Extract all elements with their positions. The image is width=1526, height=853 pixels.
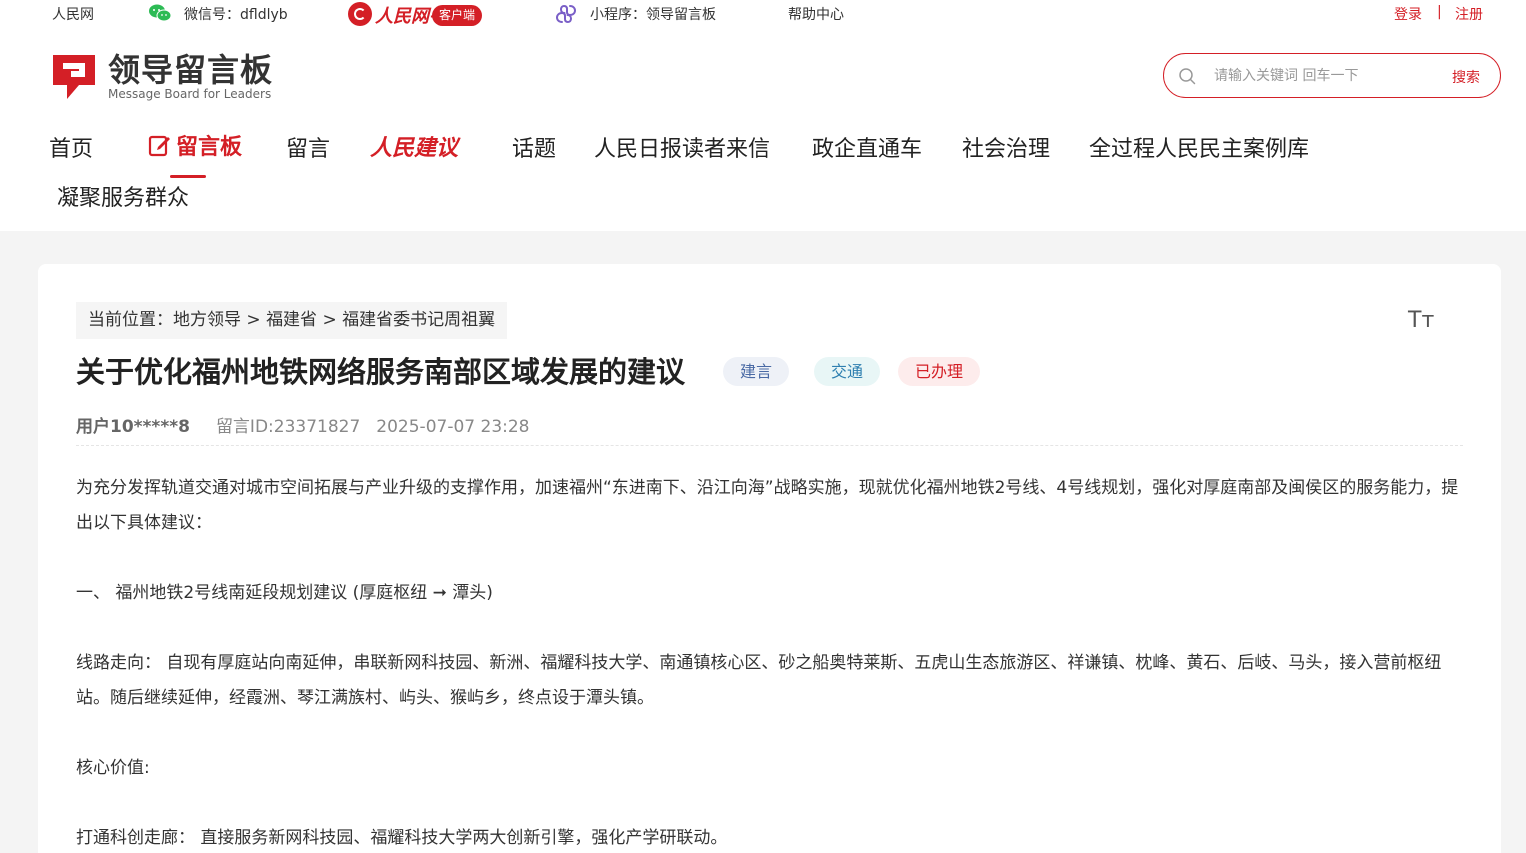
search-button[interactable]: 搜索	[1452, 67, 1480, 87]
article-meta: 用户10*****8 留言ID:23371827 2025-07-07 23:28	[76, 412, 530, 437]
post-datetime: 2025-07-07 23:28	[376, 417, 530, 437]
message-board-logo-icon[interactable]	[49, 53, 99, 101]
message-id: 留言ID:23371827	[215, 417, 361, 437]
tag-traffic: 交通	[814, 357, 881, 386]
article-paragraph: 核心价值:	[76, 758, 150, 778]
login-register-separator: |	[1437, 4, 1442, 20]
site-subtitle: Message Board for Leaders	[108, 87, 272, 101]
search-icon	[1179, 68, 1196, 85]
article-body: 为充分发挥轨道交通对城市空间拓展与产业升级的支撑作用，加速福州“东进南下、沿江向…	[76, 471, 1465, 853]
breadcrumb-leader[interactable]: 福建省委书记周祖翼	[342, 310, 495, 330]
article-paragraph: 打通科创走廊： 直接服务新网科技园、福耀科技大学两大创新引擎，强化产学研联动。	[76, 828, 728, 848]
nav-people-suggestions[interactable]: 人民建议	[370, 133, 458, 164]
wechat-icon	[149, 4, 172, 22]
top-bar: 人民网 微信号：dfldlyb 人民网+ 客户端 小程序：领导留言板 帮助中心 …	[0, 0, 1526, 28]
article-paragraph: 线路走向： 自现有厚庭站向南延伸，串联新网科技园、新洲、福耀科技大学、南通镇核心…	[76, 653, 1442, 708]
login-link[interactable]: 登录	[1394, 4, 1422, 24]
site-header: 人民网 微信号：dfldlyb 人民网+ 客户端 小程序：领导留言板 帮助中心 …	[0, 0, 1526, 231]
rmw-client-link[interactable]: 人民网+ 客户端	[348, 1, 490, 27]
tag-suggestion: 建言	[723, 357, 790, 386]
nav-gov-enterprise[interactable]: 政企直通车	[812, 135, 922, 165]
article-paragraph: 一、 福州地铁2号线南延段规划建议 (厚庭枢纽 ➞ 潭头)	[76, 583, 493, 603]
help-center-link[interactable]: 帮助中心	[788, 4, 844, 24]
article-paragraph: 为充分发挥轨道交通对城市空间拓展与产业升级的支撑作用，加速福州“东进南下、沿江向…	[76, 478, 1459, 533]
breadcrumb-fujian[interactable]: 福建省	[266, 310, 317, 330]
status-badge: 已办理	[898, 357, 981, 386]
nav-message-board[interactable]: 留言板	[148, 133, 242, 163]
client-badge: 客户端	[432, 5, 483, 26]
nav-serve-masses[interactable]: 凝聚服务群众	[57, 184, 189, 214]
nav-home[interactable]: 首页	[49, 135, 93, 165]
article-title: 关于优化福州地铁网络服务南部区域发展的建议	[76, 355, 686, 389]
nav-topics[interactable]: 话题	[512, 135, 556, 165]
site-title: 领导留言板	[108, 51, 274, 89]
nav-social-governance[interactable]: 社会治理	[962, 135, 1050, 165]
register-link[interactable]: 注册	[1455, 4, 1483, 24]
font-size-toggle-icon[interactable]: Tт	[1408, 308, 1434, 333]
breadcrumb-separator: >	[322, 310, 337, 330]
nav-messages[interactable]: 留言	[286, 135, 330, 165]
nav-message-board-label: 留言板	[176, 135, 243, 160]
site-link-rmw[interactable]: 人民网	[52, 4, 94, 24]
nav-democracy-cases[interactable]: 全过程人民民主案例库	[1089, 135, 1309, 165]
nav-readers-letters[interactable]: 人民日报读者来信	[594, 135, 770, 165]
nav-active-indicator	[170, 175, 206, 178]
rmw-app-icon	[348, 2, 372, 26]
breadcrumb-prefix: 当前位置：	[88, 310, 173, 330]
wechat-account: 微信号：dfldlyb	[184, 7, 288, 23]
mini-program-label: 小程序：领导留言板	[590, 7, 716, 23]
breadcrumb-local-leaders[interactable]: 地方领导	[173, 310, 241, 330]
article-card: 当前位置：地方领导 > 福建省 > 福建省委书记周祖翼 Tт 关于优化福州地铁网…	[38, 264, 1501, 853]
author-name: 用户10*****8	[76, 417, 190, 437]
mini-program-icon	[555, 4, 577, 24]
meta-divider	[76, 445, 1463, 446]
nav-people-suggestions-label: 人民建议	[370, 135, 459, 161]
search-input[interactable]	[1214, 65, 1434, 87]
breadcrumb-separator: >	[246, 310, 261, 330]
breadcrumb: 当前位置：地方领导 > 福建省 > 福建省委书记周祖翼	[76, 302, 508, 339]
search-box: 搜索	[1163, 53, 1501, 98]
edit-icon	[148, 135, 170, 157]
